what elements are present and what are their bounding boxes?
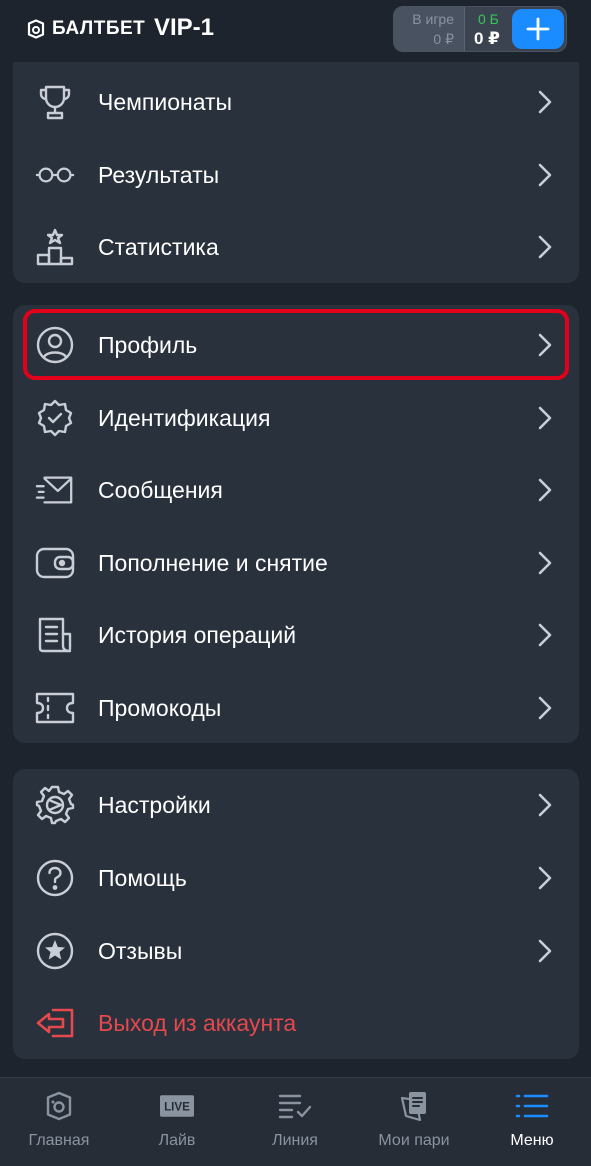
nav-label: Лайв [158, 1132, 196, 1149]
nav-label: Мои пари [378, 1132, 450, 1149]
nav-live[interactable]: LIVE Лайв [118, 1090, 236, 1160]
in-game-panel: В игре 0 ₽ [394, 7, 464, 51]
envelope-icon [35, 470, 75, 510]
chevron-right-icon [538, 939, 552, 963]
chevron-right-icon [538, 235, 552, 259]
vip-level[interactable]: VIP-1 [154, 14, 214, 42]
help-icon [35, 858, 75, 898]
deposit-plus-button[interactable] [512, 9, 564, 49]
menu-item-promocodes[interactable]: Промокоды [13, 672, 579, 744]
glasses-icon [35, 155, 75, 195]
menu-item-statistics[interactable]: Статистика [13, 211, 579, 283]
menu-group-account: Профиль Идентификация Сообщения Пополнен… [13, 305, 579, 743]
in-game-label: В игре [412, 11, 454, 27]
menu-group-settings: Настройки Помощь Отзывы Выход из аккаунт… [13, 769, 579, 1059]
menu-item-label: Отзывы [98, 937, 183, 964]
line-icon [278, 1090, 312, 1122]
menu-item-label: Чемпионаты [98, 88, 233, 115]
app-header: БАЛТБЕТ VIP-1 В игре 0 ₽ 0 Б 0 ₽ [0, 0, 591, 62]
chevron-right-icon [538, 551, 552, 575]
plus-icon [526, 17, 550, 41]
bonus-balance: 0 Б [478, 11, 499, 27]
wallet-icon [35, 543, 75, 583]
brand-name: БАЛТБЕТ [52, 18, 146, 39]
nav-label: Меню [510, 1132, 554, 1149]
menu-item-settings[interactable]: Настройки [13, 769, 579, 841]
menu-item-label: Помощь [98, 864, 187, 891]
menu-item-label: Результаты [98, 161, 220, 188]
money-balance: 0 ₽ [474, 29, 501, 48]
menu-group-sport: Чемпионаты Результаты Статистика [13, 62, 579, 283]
chevron-right-icon [538, 478, 552, 502]
live-badge-text: LIVE [164, 1100, 190, 1113]
balance-divider [464, 7, 465, 51]
home-icon [42, 1090, 76, 1122]
menu-item-logout[interactable]: Выход из аккаунта [13, 987, 579, 1059]
chevron-right-icon [538, 623, 552, 647]
gear-icon [35, 785, 75, 825]
menu-item-label: История операций [98, 621, 297, 648]
chevron-right-icon [538, 406, 552, 430]
menu-item-championships[interactable]: Чемпионаты [13, 66, 579, 138]
chevron-right-icon [538, 866, 552, 890]
menu-item-label: Промокоды [98, 694, 222, 721]
nav-label: Главная [28, 1132, 90, 1149]
menu-item-messages[interactable]: Сообщения [13, 454, 579, 526]
balance-widget[interactable]: В игре 0 ₽ 0 Б 0 ₽ [393, 6, 567, 52]
chevron-right-icon [538, 793, 552, 817]
receipt-icon [35, 615, 75, 655]
bottom-navigation: Главная LIVE Лайв Линия Мои пари Меню [0, 1077, 591, 1166]
menu-item-label: Пополнение и снятие [98, 549, 328, 576]
menu-item-history[interactable]: История операций [13, 599, 579, 671]
chevron-right-icon [538, 163, 552, 187]
nav-menu[interactable]: Меню [473, 1090, 591, 1160]
podium-icon [35, 227, 75, 267]
trophy-icon [35, 82, 75, 122]
menu-item-label: Статистика [98, 233, 219, 260]
menu-item-deposit-withdraw[interactable]: Пополнение и снятие [13, 527, 579, 599]
menu-icon [515, 1090, 549, 1122]
brand-logo-icon [27, 19, 45, 39]
nav-my-bets[interactable]: Мои пари [355, 1090, 473, 1160]
profile-highlight-frame [23, 309, 569, 380]
nav-home[interactable]: Главная [0, 1090, 118, 1160]
menu-item-identification[interactable]: Идентификация [13, 382, 579, 454]
menu-item-label: Выход из аккаунта [98, 1009, 297, 1036]
chevron-right-icon [538, 696, 552, 720]
logout-icon [35, 1003, 75, 1043]
menu-item-reviews[interactable]: Отзывы [13, 915, 579, 987]
bets-icon [397, 1090, 431, 1122]
verified-badge-icon [35, 398, 75, 438]
star-icon [35, 931, 75, 971]
nav-line[interactable]: Линия [236, 1090, 354, 1160]
menu-item-label: Идентификация [98, 404, 271, 431]
menu-item-label: Сообщения [98, 476, 223, 503]
ticket-icon [35, 688, 75, 728]
brand-logo[interactable]: БАЛТБЕТ [26, 16, 145, 42]
in-game-value: 0 ₽ [433, 31, 454, 47]
nav-label: Линия [272, 1132, 318, 1149]
chevron-right-icon [538, 90, 552, 114]
menu-item-results[interactable]: Результаты [13, 139, 579, 211]
menu-item-label: Настройки [98, 791, 211, 818]
menu-item-help[interactable]: Помощь [13, 842, 579, 914]
live-icon: LIVE [160, 1090, 194, 1122]
